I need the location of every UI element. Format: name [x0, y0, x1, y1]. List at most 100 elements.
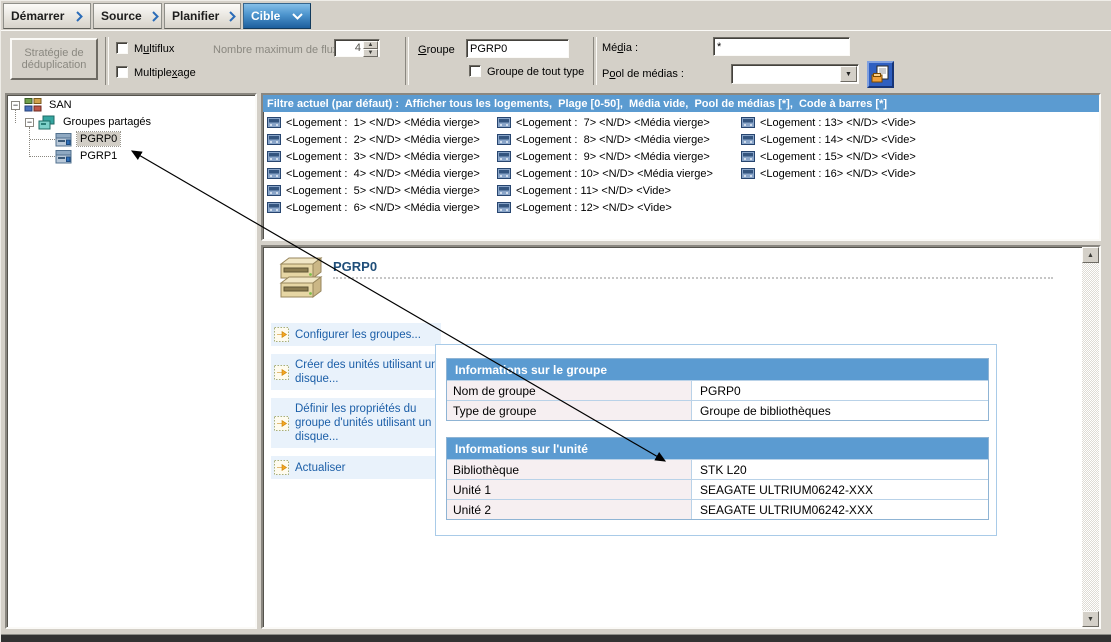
tape-slot-icon	[497, 151, 511, 162]
tree-label-pgrp0[interactable]: PGRP0	[77, 132, 120, 146]
slot-item[interactable]: <Logement : 7> <N/D> <Média vierge>	[497, 114, 713, 131]
spin-down-icon[interactable]: ▼	[363, 49, 378, 57]
row-label: Bibliothèque	[447, 460, 692, 479]
slot-item[interactable]: <Logement : 4> <N/D> <Média vierge>	[267, 165, 480, 182]
scroll-down-icon[interactable]: ▼	[1082, 611, 1099, 627]
slot-item[interactable]: <Logement : 9> <N/D> <Média vierge>	[497, 148, 713, 165]
tree-node-groupes-partages[interactable]: − Groupes partagés	[25, 114, 154, 130]
pool-label: Pool de médias :	[602, 68, 684, 80]
collapse-icon[interactable]: −	[11, 101, 20, 110]
tree-node-pgrp0[interactable]: PGRP0	[55, 131, 120, 147]
toolbar: Stratégie de déduplication Multiflux Mul…	[1, 30, 1111, 91]
task-links: Configurer les groupes... Créer des unit…	[271, 323, 441, 479]
tab-label: Démarrer	[11, 9, 64, 23]
unit-info-table: Informations sur l'unité Bibliothèque ST…	[446, 437, 989, 520]
table-row: Type de groupe Groupe de bibliothèques	[447, 400, 988, 420]
slot-item[interactable]: <Logement : 8> <N/D> <Média vierge>	[497, 131, 713, 148]
scroll-up-icon[interactable]: ▲	[1082, 247, 1099, 263]
slot-item[interactable]: <Logement : 12> <N/D> <Vide>	[497, 199, 713, 216]
tab-cible[interactable]: Cible	[243, 3, 311, 29]
row-value: PGRP0	[692, 381, 988, 400]
group-info-table: Informations sur le groupe Nom de groupe…	[446, 358, 989, 421]
link-configure-groups[interactable]: Configurer les groupes...	[271, 323, 441, 346]
slot-item[interactable]: <Logement : 2> <N/D> <Média vierge>	[267, 131, 480, 148]
detail-title: PGRP0	[333, 259, 377, 274]
dropdown-arrow-icon[interactable]: ▼	[840, 66, 857, 82]
shared-groups-icon	[38, 115, 56, 130]
info-tables-container: Informations sur le groupe Nom de groupe…	[435, 344, 997, 536]
tree-label-groupes-partages[interactable]: Groupes partagés	[60, 115, 154, 129]
multiflux-label: Multiflux	[134, 43, 174, 55]
chevron-down-icon	[292, 13, 303, 20]
printer-media-icon	[871, 65, 890, 84]
multiplexage-checkbox[interactable]	[116, 66, 128, 78]
slot-item[interactable]: <Logement : 5> <N/D> <Média vierge>	[267, 182, 480, 199]
collapse-icon[interactable]: −	[25, 118, 34, 127]
link-define-group-properties[interactable]: Définir les propriétés du groupe d'unité…	[271, 398, 441, 448]
table-row: Unité 1 SEAGATE ULTRIUM06242-XXX	[447, 479, 988, 499]
groupe-label: Groupe	[418, 44, 455, 56]
tab-demarrer[interactable]: Démarrer	[3, 3, 91, 29]
max-flux-spinner[interactable]: ▲ ▼	[363, 41, 378, 55]
tape-slot-icon	[497, 168, 511, 179]
multiflux-checkbox[interactable]	[116, 42, 128, 54]
tape-slot-icon	[267, 117, 281, 128]
tape-slot-icon	[267, 151, 281, 162]
group-any-type-label: Groupe de tout type	[487, 66, 584, 78]
slot-item[interactable]: <Logement : 13> <N/D> <Vide>	[741, 114, 916, 131]
tree-connector	[30, 139, 55, 140]
group-info-header: Informations sur le groupe	[447, 359, 988, 380]
table-row: Nom de groupe PGRP0	[447, 380, 988, 400]
tree-label-pgrp1[interactable]: PGRP1	[77, 149, 120, 163]
row-value: Groupe de bibliothèques	[692, 401, 988, 420]
slots-panel: Filtre actuel (par défaut) : Afficher to…	[261, 93, 1101, 241]
tree-node-pgrp1[interactable]: PGRP1	[55, 148, 120, 164]
tape-slot-icon	[497, 202, 511, 213]
tab-source[interactable]: Source	[93, 3, 162, 29]
spin-up-icon[interactable]: ▲	[363, 41, 378, 49]
link-refresh[interactable]: Actualiser	[271, 456, 441, 479]
media-label: Média :	[602, 42, 638, 54]
tree-node-san[interactable]: − SAN	[11, 97, 75, 113]
row-value: STK L20	[692, 460, 988, 479]
unit-info-header: Informations sur l'unité	[447, 438, 988, 459]
tape-slot-icon	[741, 168, 755, 179]
slot-item[interactable]: <Logement : 11> <N/D> <Vide>	[497, 182, 713, 199]
media-operations-button[interactable]	[867, 61, 894, 88]
tree-connector	[29, 127, 30, 157]
device-tree-panel: − SAN − Groupes partagés	[5, 93, 257, 629]
device-group-icon	[273, 255, 327, 305]
title-divider	[333, 277, 1053, 279]
library-group-icon	[55, 132, 73, 147]
row-label: Nom de groupe	[447, 381, 692, 400]
vertical-scrollbar[interactable]: ▲ ▼	[1082, 247, 1099, 627]
slot-item[interactable]: <Logement : 6> <N/D> <Média vierge>	[267, 199, 480, 216]
slot-item[interactable]: <Logement : 3> <N/D> <Média vierge>	[267, 148, 480, 165]
row-label: Type de groupe	[447, 401, 692, 420]
window-bottom-edge	[1, 634, 1111, 642]
filter-bar: Filtre actuel (par défaut) : Afficher to…	[263, 95, 1099, 112]
slot-item[interactable]: <Logement : 10> <N/D> <Média vierge>	[497, 165, 713, 182]
slot-item[interactable]: <Logement : 1> <N/D> <Média vierge>	[267, 114, 480, 131]
multiplexage-label: Multiplexage	[134, 67, 196, 79]
chevron-right-icon	[152, 11, 159, 22]
media-input[interactable]	[713, 37, 850, 56]
table-row: Unité 2 SEAGATE ULTRIUM06242-XXX	[447, 499, 988, 519]
link-create-disk-devices[interactable]: Créer des unités utilisant un disque...	[271, 354, 441, 390]
tape-slot-icon	[741, 134, 755, 145]
groupe-input[interactable]	[466, 39, 569, 58]
tab-planifier[interactable]: Planifier	[164, 3, 241, 29]
slot-item[interactable]: <Logement : 14> <N/D> <Vide>	[741, 131, 916, 148]
chevron-right-icon	[76, 11, 83, 22]
tab-label: Planifier	[172, 9, 219, 23]
tape-slot-icon	[267, 168, 281, 179]
tab-label: Source	[101, 9, 142, 23]
slot-item[interactable]: <Logement : 16> <N/D> <Vide>	[741, 165, 916, 182]
task-arrow-icon	[274, 460, 289, 475]
tape-slot-icon	[497, 117, 511, 128]
group-any-type-checkbox[interactable]	[469, 65, 481, 77]
tree-label-san[interactable]: SAN	[46, 98, 75, 112]
tree-connector	[30, 156, 55, 157]
dedup-strategy-button[interactable]: Stratégie de déduplication	[10, 38, 98, 80]
slot-item[interactable]: <Logement : 15> <N/D> <Vide>	[741, 148, 916, 165]
